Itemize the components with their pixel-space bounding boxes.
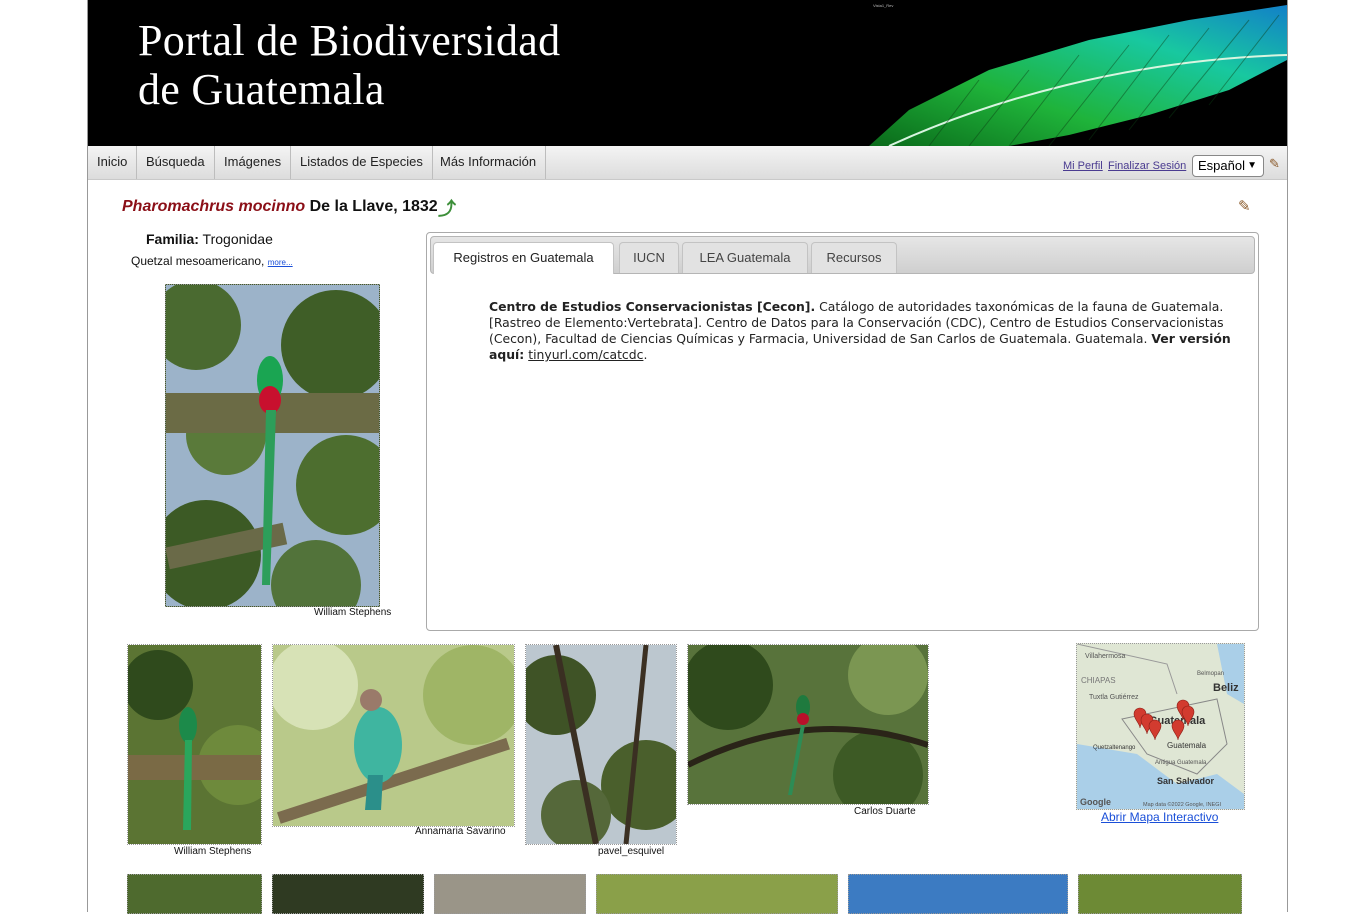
more-link[interactable]: more... bbox=[268, 258, 293, 267]
tab-recursos[interactable]: Recursos bbox=[811, 242, 897, 273]
main-photo-credit: William Stephens bbox=[314, 607, 392, 618]
tab-content-registros: Centro de Estudios Conservacionistas [Ce… bbox=[489, 299, 1234, 363]
tab-lea-guatemala[interactable]: LEA Guatemala bbox=[682, 242, 808, 273]
map-label: Belmopan bbox=[1197, 671, 1224, 677]
open-interactive-map-link[interactable]: Abrir Mapa Interactivo bbox=[1101, 810, 1218, 824]
page-container: Portal de Biodiversidad de Guatemala Vis… bbox=[87, 0, 1288, 914]
taxon-author: De la Llave, 1832 bbox=[309, 198, 438, 215]
gallery-photo[interactable] bbox=[848, 874, 1068, 914]
gallery-photo[interactable] bbox=[434, 874, 586, 914]
green-arrow-icon[interactable]: ⤴ bbox=[438, 195, 456, 221]
pencil-icon[interactable]: ✎ bbox=[1269, 156, 1280, 172]
common-name: Quetzal mesoamericano, bbox=[131, 254, 265, 268]
site-title-line1: Portal de Biodiversidad bbox=[138, 16, 561, 65]
language-select[interactable]: Español ▼ bbox=[1192, 155, 1264, 177]
chevron-down-icon: ▼ bbox=[1247, 160, 1257, 171]
tabs-panel: Registros en Guatemala IUCN LEA Guatemal… bbox=[426, 232, 1259, 631]
tab-iucn[interactable]: IUCN bbox=[619, 242, 679, 273]
nav-busqueda[interactable]: Búsqueda bbox=[137, 146, 215, 179]
gallery-photo[interactable] bbox=[525, 644, 677, 845]
nav-mas-informacion[interactable]: Más Información bbox=[431, 146, 547, 179]
map-label: San Salvador bbox=[1157, 776, 1215, 786]
citation-source: Centro de Estudios Conservacionistas [Ce… bbox=[489, 299, 816, 314]
common-name-line: Quetzal mesoamericano, more... bbox=[131, 254, 293, 268]
gallery-photo[interactable] bbox=[272, 874, 424, 914]
tabs-header: Registros en Guatemala IUCN LEA Guatemal… bbox=[430, 236, 1255, 274]
gallery-photo[interactable] bbox=[127, 874, 262, 914]
gallery-photo[interactable] bbox=[687, 644, 929, 805]
nav-listados-especies[interactable]: Listados de Especies bbox=[291, 146, 433, 179]
map-label: Villahermosa bbox=[1085, 653, 1125, 660]
gallery-photo-credit: Carlos Duarte bbox=[854, 806, 916, 817]
distribution-map[interactable]: Villahermosa CHIAPAS Tuxtla Gutiérrez Be… bbox=[1076, 643, 1245, 810]
gallery-photo[interactable] bbox=[596, 874, 838, 914]
gallery-photo-credit: pavel_esquivel bbox=[598, 846, 665, 857]
gallery-photo-credit: William Stephens bbox=[174, 846, 252, 857]
map-label: Guatemala bbox=[1167, 741, 1207, 750]
family-label: Familia: bbox=[146, 231, 199, 247]
site-title-line2: de Guatemala bbox=[138, 65, 385, 114]
scientific-name: Pharomachrus mocinno bbox=[122, 198, 306, 215]
main-species-photo[interactable] bbox=[165, 284, 380, 607]
citation-end: . bbox=[643, 347, 648, 362]
gallery-photo[interactable] bbox=[272, 644, 515, 827]
map-label: Beliz bbox=[1213, 682, 1239, 694]
site-banner: Portal de Biodiversidad de Guatemala Vis… bbox=[88, 0, 1287, 146]
gallery-photo[interactable] bbox=[1078, 874, 1242, 914]
site-title[interactable]: Portal de Biodiversidad de Guatemala bbox=[138, 16, 560, 114]
catcdc-link[interactable]: tinyurl.com/catcdc bbox=[528, 347, 643, 362]
nav-imagenes[interactable]: Imágenes bbox=[215, 146, 292, 179]
map-label: Antigua Guatemala bbox=[1155, 760, 1207, 766]
google-logo: Google bbox=[1080, 797, 1111, 807]
map-attribution: Map data ©2022 Google, INEGI bbox=[1143, 801, 1222, 808]
main-navbar: Inicio Búsqueda Imágenes Listados de Esp… bbox=[88, 146, 1287, 180]
map-label: Quetzaltenango bbox=[1093, 745, 1136, 751]
map-label: Tuxtla Gutiérrez bbox=[1089, 694, 1139, 701]
quetzal-feather-image bbox=[869, 5, 1287, 146]
tab-registros-guatemala[interactable]: Registros en Guatemala bbox=[433, 242, 614, 274]
gallery-photo-credit: Annamaria Savarino bbox=[415, 826, 506, 837]
map-label: CHIAPAS bbox=[1081, 676, 1116, 685]
mi-perfil-link[interactable]: Mi Perfil bbox=[1063, 160, 1103, 172]
nav-inicio[interactable]: Inicio bbox=[88, 146, 138, 179]
family-line: Familia: Trogonidae bbox=[146, 231, 273, 247]
taxon-heading: Pharomachrus mocinno De la Llave, 1832 bbox=[122, 198, 438, 216]
finalizar-sesion-link[interactable]: Finalizar Sesión bbox=[1108, 160, 1186, 172]
gallery-photo[interactable] bbox=[127, 644, 262, 845]
language-selected-value: Español bbox=[1198, 158, 1245, 173]
family-value: Trogonidae bbox=[202, 231, 273, 247]
pencil-icon[interactable]: ✎ bbox=[1238, 197, 1251, 215]
